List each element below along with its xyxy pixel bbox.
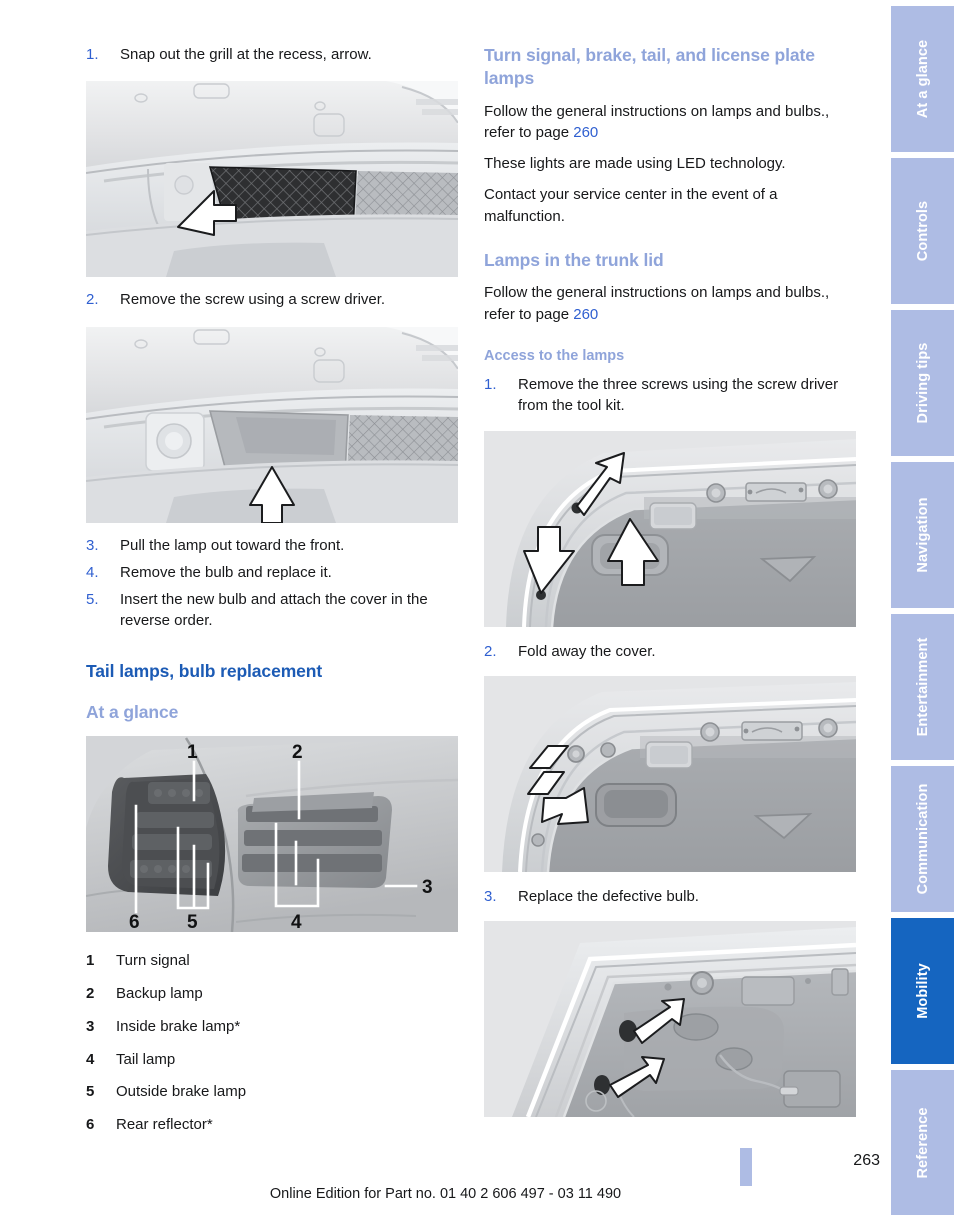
step-item: 4. Remove the bulb and replace it. [86,562,458,583]
callout-number-5: 5 [187,912,198,932]
figure-trunk-lid-screws [484,430,856,627]
sidebar-tab-navigation[interactable]: Navigation [891,462,954,608]
step-item: 3. Pull the lamp out toward the front. [86,535,458,556]
legend-number: 5 [86,1083,95,1101]
page-number: 263 [853,1152,880,1169]
step-number: 3. [484,888,497,906]
legend-label: Backup lamp [116,985,203,1003]
legend-number: 6 [86,1116,95,1134]
heading-lamps-trunk-lid: Lamps in the trunk lid [484,250,664,271]
sidebar-tab-reference[interactable]: Reference [891,1070,954,1215]
sidebar-tab-label: Reference [914,1107,931,1179]
step-number: 1. [86,46,99,63]
step-number: 4. [86,563,99,581]
sidebar-tab-label: At a glance [914,39,931,119]
step-number: 2. [484,642,497,660]
sidebar-tab-communication[interactable]: Communication [891,766,954,912]
legend-number: 1 [86,952,95,970]
sidebar-tab-label: Controls [914,200,931,262]
trunk-steps-part1: 1. Remove the three screws using the scr… [484,374,856,417]
figure-tail-lamp-callouts: 1 2 3 4 5 6 [86,736,458,933]
sidebar-tab-label: Driving tips [914,342,931,424]
left-column: 1. Snap out the grill at the recess, arr… [86,44,458,1147]
legend-label: Rear reflector* [116,1116,213,1134]
heading-access-to-lamps: Access to the lamps [484,347,625,364]
sidebar-tab-mobility[interactable]: Mobility [891,918,954,1064]
legend-number: 2 [86,985,95,1003]
step-item: 3. Replace the defective bulb. [484,886,856,907]
figure-trunk-lid-cover [484,676,856,873]
step-number: 3. [86,536,99,554]
paragraph-led-technology: These lights are made using LED technolo… [484,155,786,173]
paragraph-text: Follow the general instructions on lamps… [484,284,830,323]
legend-item: 6 Rear reflector* [86,1114,458,1136]
sidebar-tab-label: Mobility [914,963,931,1019]
page-reference-link[interactable]: 260 [573,124,598,141]
page-reference-link[interactable]: 260 [573,306,598,323]
legend-item: 5 Outside brake lamp [86,1081,458,1103]
callout-number-4: 4 [291,912,302,932]
step-number: 5. [86,591,99,609]
callout-number-6: 6 [129,912,140,932]
callout-number-1: 1 [187,742,198,763]
legend-label: Tail lamp [116,1050,176,1068]
paragraph-follow-instructions-2: Follow the general instructions on lamps… [484,282,856,325]
step-text: Fold away the cover. [518,642,656,660]
sidebar-tab-label: Navigation [914,497,931,573]
step-text: Remove the bulb and replace it. [120,563,332,581]
callout-number-3: 3 [422,877,433,898]
heading-at-a-glance: At a glance [86,702,179,723]
step-text: Insert the new bulb and attach the cover… [120,591,428,630]
page-number-accent-bar [740,1148,752,1186]
legend-number: 3 [86,1017,95,1035]
front-lamp-steps-part1: 1. Snap out the grill at the recess, arr… [86,44,458,65]
step-item: 2. Fold away the cover. [484,641,856,662]
step-text: Remove the three screws using the screw … [518,376,839,415]
legend-label: Outside brake lamp [116,1083,247,1101]
tail-lamp-legend: 1 Turn signal 2 Backup lamp 3 Inside bra… [86,950,458,1136]
paragraph-contact-service: Contact your service center in the event… [484,186,778,225]
sidebar-tab-at-a-glance[interactable]: At a glance [891,6,954,152]
legend-label: Inside brake lamp* [116,1017,241,1035]
edition-footer: Online Edition for Part no. 01 40 2 606 … [269,1186,622,1202]
trunk-steps-part3: 3. Replace the defective bulb. [484,886,856,907]
figure-front-bumper-screw [86,326,458,523]
legend-item: 4 Tail lamp [86,1049,458,1071]
callout-number-2: 2 [292,742,303,763]
heading-tail-lamps: Tail lamps, bulb replacement [86,660,323,681]
section-tab-rail: At a glance Controls Driving tips Naviga… [891,0,954,1215]
legend-item: 2 Backup lamp [86,983,458,1005]
front-lamp-steps-part2: 2. Remove the screw using a screw driver… [86,289,458,310]
step-text: Snap out the grill at the recess, arrow. [120,46,372,63]
sidebar-tab-driving-tips[interactable]: Driving tips [891,310,954,456]
heading-turn-signal-lamps: Turn signal, brake, tail, and license pl… [484,45,815,89]
legend-label: Turn signal [116,952,190,970]
sidebar-tab-label: Entertainment [914,637,931,737]
step-text: Remove the screw using a screw driver. [120,291,386,309]
trunk-steps-part2: 2. Fold away the cover. [484,641,856,662]
sidebar-tab-controls[interactable]: Controls [891,158,954,304]
step-number: 1. [484,376,497,394]
paragraph-follow-instructions-1: Follow the general instructions on lamps… [484,101,856,144]
legend-item: 3 Inside brake lamp* [86,1016,458,1038]
right-column: Turn signal, brake, tail, and license pl… [484,44,856,1118]
sidebar-tab-entertainment[interactable]: Entertainment [891,614,954,760]
step-number: 2. [86,291,99,309]
step-item: 2. Remove the screw using a screw driver… [86,289,458,310]
step-item: 5. Insert the new bulb and attach the co… [86,589,458,632]
sidebar-tab-label: Communication [914,783,931,895]
manual-page: 1. Snap out the grill at the recess, arr… [0,0,954,1215]
front-lamp-steps-part3: 3. Pull the lamp out toward the front. 4… [86,535,458,632]
figure-front-bumper-grill [86,81,458,278]
legend-number: 4 [86,1050,95,1068]
legend-item: 1 Turn signal [86,950,458,972]
paragraph-text: Follow the general instructions on lamps… [484,102,830,141]
step-text: Pull the lamp out toward the front. [120,536,345,554]
figure-trunk-lid-bulbs [484,921,856,1118]
step-item: 1. Remove the three screws using the scr… [484,374,856,417]
step-item: 1. Snap out the grill at the recess, arr… [86,44,458,65]
step-text: Replace the defective bulb. [518,888,699,906]
